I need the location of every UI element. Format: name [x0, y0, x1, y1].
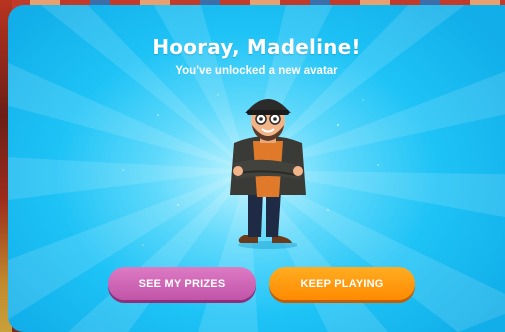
modal-subtitle: You've unlocked a new avatar: [175, 65, 338, 77]
keep-playing-button[interactable]: KEEP PLAYING: [269, 267, 415, 300]
character-avatar-icon: [230, 99, 306, 249]
see-prizes-button[interactable]: SEE MY PRIZES: [108, 267, 256, 300]
modal-title: Hooray, Madeline!: [152, 35, 361, 59]
reward-modal: Hooray, Madeline! You've unlocked a new …: [8, 5, 505, 332]
